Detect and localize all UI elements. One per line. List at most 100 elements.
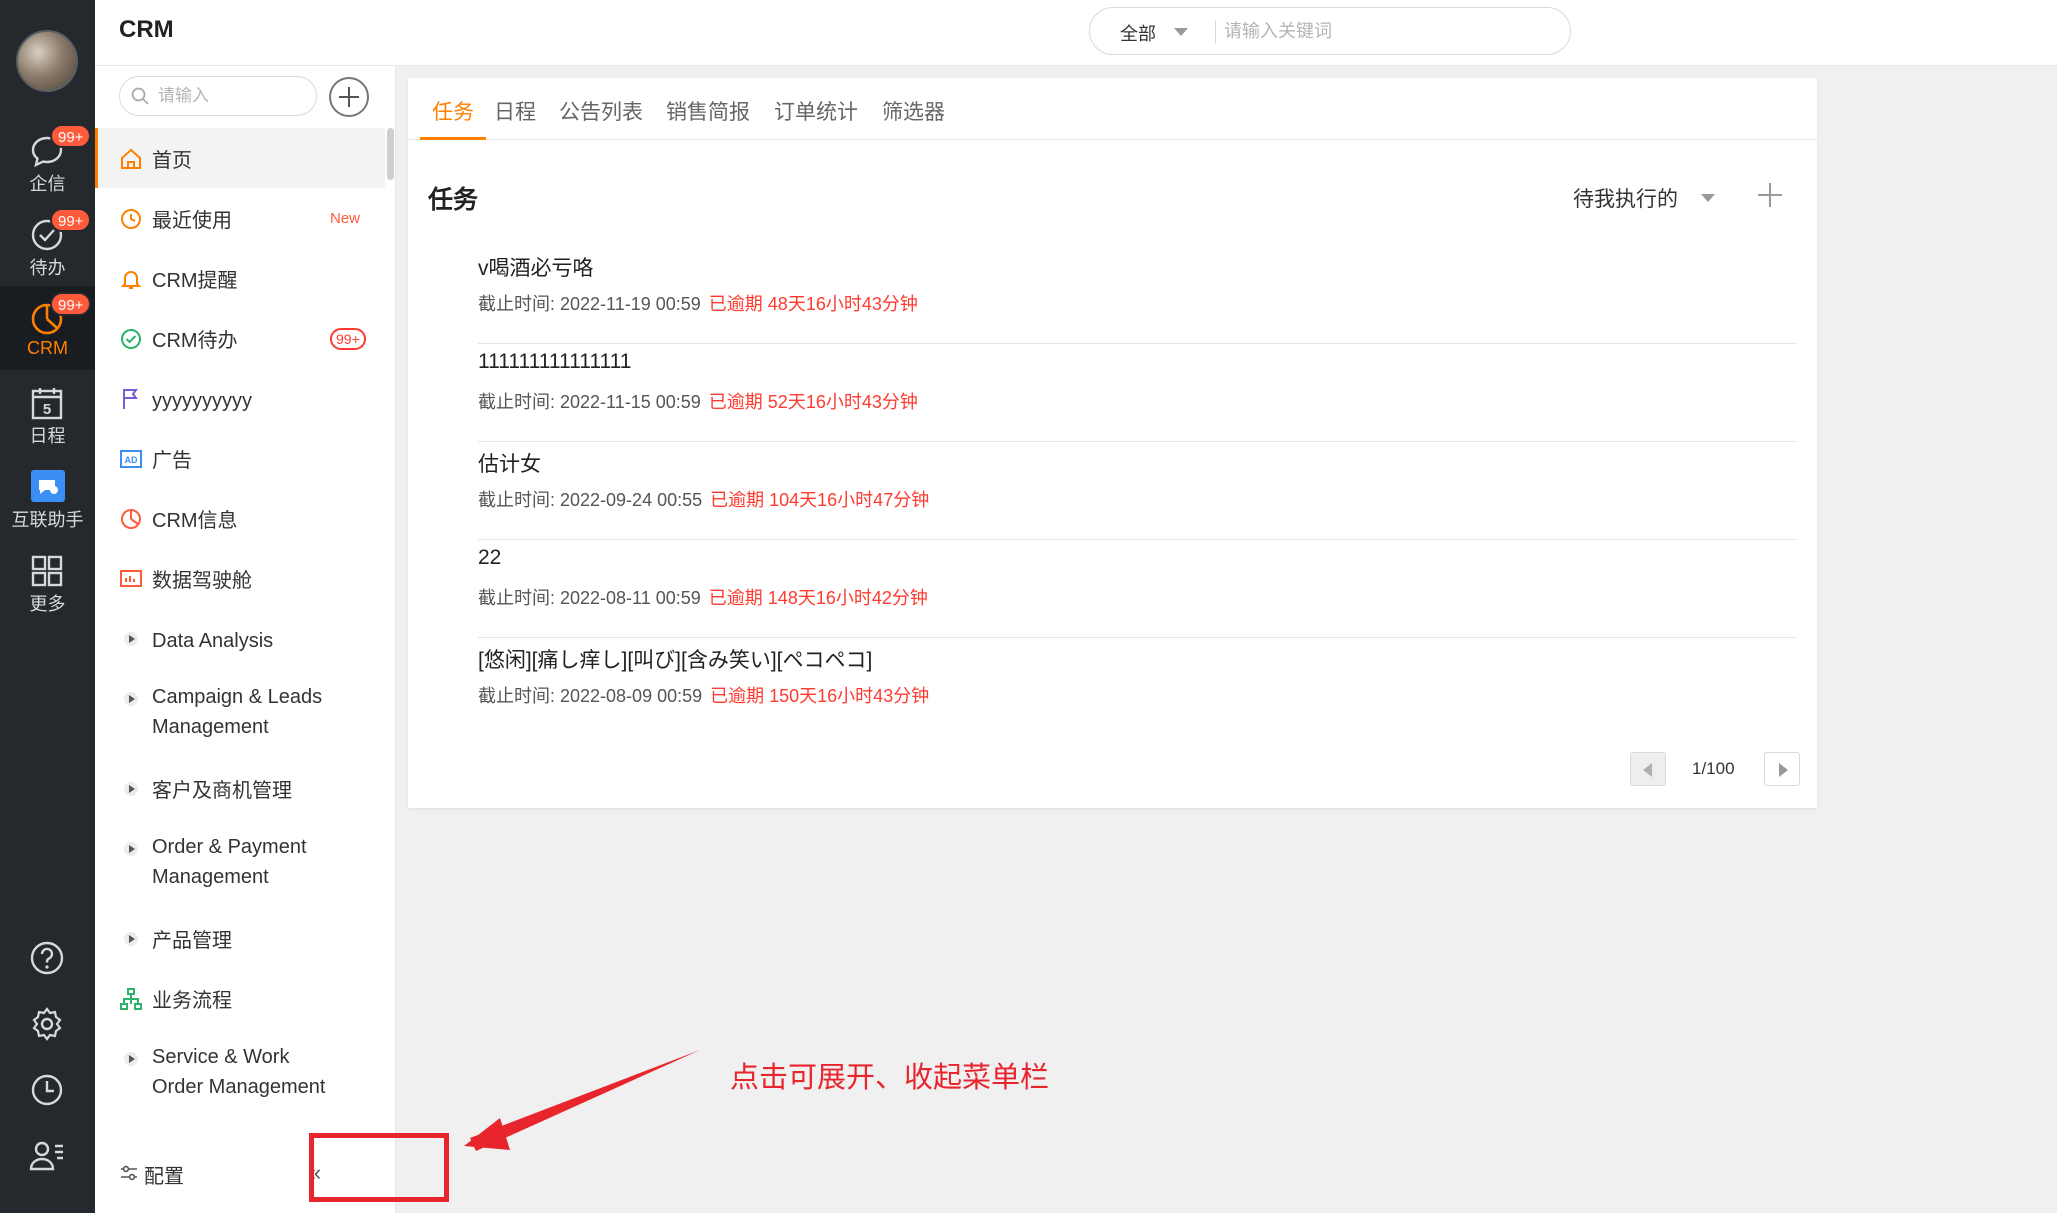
rail-item-crm[interactable]: 99+ CRM bbox=[0, 286, 95, 370]
menu-item-ads[interactable]: AD 广告 bbox=[95, 428, 385, 488]
task-title: v喝酒必亏咯 bbox=[478, 257, 594, 280]
menu-item-label: yyyyyyyyyy bbox=[152, 390, 252, 412]
rail-label: 企信 bbox=[29, 174, 66, 194]
tab-announcements[interactable]: 公告列表 bbox=[559, 96, 643, 140]
history-clock-icon[interactable] bbox=[27, 1070, 67, 1110]
menu-item-label: Data Analysis bbox=[152, 630, 274, 652]
rail-label: 日程 bbox=[29, 426, 66, 446]
expand-triangle-icon[interactable] bbox=[124, 782, 138, 796]
chevron-down-icon[interactable] bbox=[1701, 194, 1715, 202]
rail-item-messages[interactable]: 99+ 企信 bbox=[0, 118, 95, 202]
home-icon bbox=[121, 148, 141, 169]
org-tree-icon bbox=[120, 988, 142, 1010]
task-meta: 截止时间: 2022-11-19 00:59 已逾期 48天16小时43分钟 bbox=[478, 290, 918, 316]
expand-triangle-icon[interactable] bbox=[124, 692, 138, 706]
task-filter-select[interactable]: 待我执行的 bbox=[1573, 183, 1678, 213]
menu-item-dashboard[interactable]: 数据驾驶舱 bbox=[95, 548, 385, 608]
task-card: 任务 日程 公告列表 销售简报 订单统计 筛选器 任务 待我执行的 v喝酒必亏咯… bbox=[408, 78, 1817, 808]
rail-item-assistant[interactable]: 互联助手 bbox=[0, 454, 95, 538]
menu-item-recent[interactable]: 最近使用 New bbox=[95, 188, 385, 248]
new-tag: New bbox=[330, 210, 361, 227]
crm-menu: 首页 最近使用 New CRM提醒 CRM待办 99+ yyyyyyyyyy A… bbox=[95, 66, 396, 1213]
menu-item-crm-reminder[interactable]: CRM提醒 bbox=[95, 248, 385, 308]
task-meta: 截止时间: 2022-11-15 00:59 已逾期 52天16小时43分钟 bbox=[478, 388, 918, 414]
menu-config-button[interactable]: 配置 bbox=[119, 1158, 239, 1188]
task-row[interactable]: 估计女 截止时间: 2022-09-24 00:55 已逾期 104天16小时47… bbox=[478, 442, 1797, 540]
dashboard-icon bbox=[120, 570, 142, 587]
menu-item-order-payment[interactable]: Order & Payment Management bbox=[95, 818, 385, 908]
menu-item-campaign-leads[interactable]: Campaign & Leads Management bbox=[95, 668, 385, 758]
task-row[interactable]: [悠闲][痛し痒し][叫び][含み笑い][ペコペコ] 截止时间: 2022-08… bbox=[478, 638, 1797, 736]
task-title: 111111111111111 bbox=[478, 350, 632, 373]
menu-item-label: 产品管理 bbox=[152, 930, 232, 952]
task-overdue: 已逾期 48天16小时43分钟 bbox=[708, 294, 918, 314]
expand-triangle-icon[interactable] bbox=[124, 632, 138, 646]
expand-triangle-icon[interactable] bbox=[124, 932, 138, 946]
task-overdue: 已逾期 52天16小时43分钟 bbox=[708, 392, 918, 412]
rail-item-todo[interactable]: 99+ 待办 bbox=[0, 202, 95, 286]
svg-text:AD: AD bbox=[125, 455, 138, 465]
rail-item-calendar[interactable]: 5 日程 bbox=[0, 370, 95, 454]
menu-item-crm-info[interactable]: CRM信息 bbox=[95, 488, 385, 548]
task-row[interactable]: 22 截止时间: 2022-08-11 00:59 已逾期 148天16小时42分… bbox=[478, 540, 1797, 638]
annotation-highlight-box bbox=[309, 1133, 449, 1202]
task-row[interactable]: v喝酒必亏咯 截止时间: 2022-11-19 00:59 已逾期 48天16小时… bbox=[478, 246, 1797, 344]
user-avatar[interactable] bbox=[16, 30, 78, 92]
task-row[interactable]: 111111111111111 截止时间: 2022-11-15 00:59 已逾… bbox=[478, 344, 1797, 442]
task-deadline: 截止时间: 2022-11-19 00:59 bbox=[478, 294, 701, 314]
menu-item-service-work-order[interactable]: Service & Work Order Management bbox=[95, 1028, 385, 1118]
check-circle-icon bbox=[121, 329, 141, 349]
menu-item-label: Campaign & Leads Management bbox=[152, 686, 323, 738]
menu-item-label: 数据驾驶舱 bbox=[152, 570, 252, 592]
task-meta: 截止时间: 2022-08-09 00:59 已逾期 150天16小时43分钟 bbox=[478, 682, 929, 708]
next-page-button[interactable] bbox=[1764, 752, 1800, 786]
task-deadline: 截止时间: 2022-08-11 00:59 bbox=[478, 588, 701, 608]
menu-scrollbar[interactable] bbox=[387, 128, 394, 180]
tab-tasks[interactable]: 任务 bbox=[420, 96, 486, 140]
task-deadline: 截止时间: 2022-09-24 00:55 bbox=[478, 490, 703, 510]
expand-triangle-icon[interactable] bbox=[124, 842, 138, 856]
menu-item-label: 广告 bbox=[152, 450, 192, 472]
menu-item-yyyyyyyyyy[interactable]: yyyyyyyyyy bbox=[95, 368, 385, 428]
menu-item-label: 首页 bbox=[152, 150, 192, 172]
pagination: 1/100 bbox=[1630, 748, 1800, 788]
task-title: 22 bbox=[478, 546, 502, 569]
clock-icon bbox=[121, 209, 141, 229]
task-overdue: 已逾期 104天16小时47分钟 bbox=[710, 490, 930, 510]
task-meta: 截止时间: 2022-08-11 00:59 已逾期 148天16小时42分钟 bbox=[478, 584, 928, 610]
global-search-input[interactable] bbox=[1224, 16, 1544, 46]
pie-icon bbox=[121, 509, 141, 529]
task-overdue: 已逾期 150天16小时43分钟 bbox=[710, 686, 930, 706]
add-task-button[interactable] bbox=[1755, 180, 1785, 210]
tab-filters[interactable]: 筛选器 bbox=[882, 96, 945, 140]
task-title: [悠闲][痛し痒し][叫び][含み笑い][ペコペコ] bbox=[478, 649, 873, 672]
menu-item-customers[interactable]: 客户及商机管理 bbox=[95, 758, 385, 818]
rail-item-more[interactable]: 更多 bbox=[0, 538, 95, 622]
menu-item-label: 最近使用 bbox=[152, 210, 232, 232]
task-overdue: 已逾期 148天16小时42分钟 bbox=[708, 588, 928, 608]
search-divider bbox=[1215, 20, 1216, 44]
tab-bar: 任务 日程 公告列表 销售简报 订单统计 筛选器 bbox=[408, 78, 1817, 140]
contacts-icon[interactable] bbox=[27, 1136, 67, 1176]
tab-schedule[interactable]: 日程 bbox=[494, 96, 536, 140]
search-scope-select[interactable]: 全部 bbox=[1120, 20, 1156, 46]
settings-icon[interactable] bbox=[27, 1004, 67, 1044]
menu-item-crm-todo[interactable]: CRM待办 99+ bbox=[95, 308, 385, 368]
menu-search-input[interactable] bbox=[158, 83, 308, 109]
menu-add-button[interactable] bbox=[329, 77, 369, 117]
expand-triangle-icon[interactable] bbox=[124, 1052, 138, 1066]
tab-order-stats[interactable]: 订单统计 bbox=[774, 96, 858, 140]
prev-page-button[interactable] bbox=[1630, 752, 1666, 786]
flag-icon bbox=[123, 389, 138, 409]
menu-item-label: CRM提醒 bbox=[152, 270, 238, 292]
main-area: 任务 日程 公告列表 销售简报 订单统计 筛选器 任务 待我执行的 v喝酒必亏咯… bbox=[396, 66, 2057, 1213]
menu-search bbox=[119, 76, 317, 116]
menu-item-data-analysis[interactable]: Data Analysis bbox=[95, 608, 385, 668]
menu-item-products[interactable]: 产品管理 bbox=[95, 908, 385, 968]
tab-sales-brief[interactable]: 销售简报 bbox=[666, 96, 750, 140]
chevron-down-icon[interactable] bbox=[1174, 28, 1188, 36]
menu-item-workflow[interactable]: 业务流程 bbox=[95, 968, 385, 1028]
menu-item-home[interactable]: 首页 bbox=[95, 128, 385, 188]
task-deadline: 截止时间: 2022-11-15 00:59 bbox=[478, 392, 701, 412]
help-icon[interactable] bbox=[27, 938, 67, 978]
